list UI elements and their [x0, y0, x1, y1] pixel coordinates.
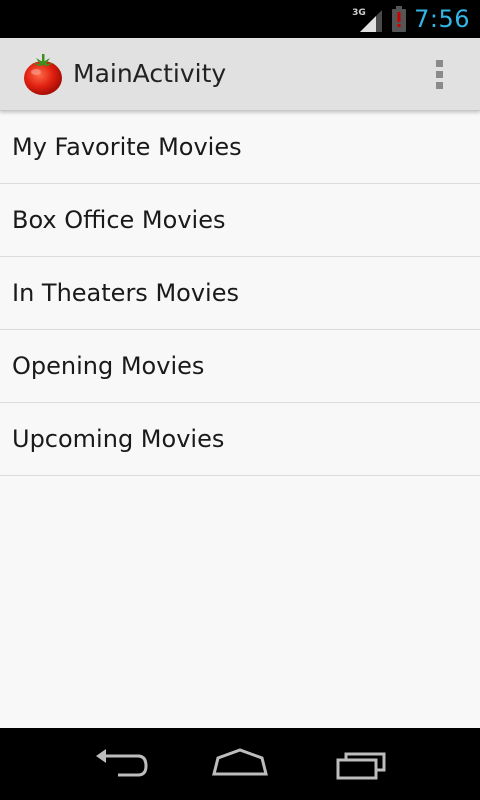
network-type-label: 3G	[352, 8, 366, 18]
status-bar-right: 3G 7:56	[352, 0, 470, 38]
list-item-upcoming-movies[interactable]: Upcoming Movies	[0, 403, 480, 476]
action-bar: MainActivity	[0, 38, 480, 111]
list-item-in-theaters-movies[interactable]: In Theaters Movies	[0, 257, 480, 330]
overflow-dot	[436, 82, 443, 89]
recent-apps-icon[interactable]	[332, 746, 392, 782]
list-item-opening-movies[interactable]: Opening Movies	[0, 330, 480, 403]
battery-alert-icon	[392, 6, 407, 32]
overflow-dot	[436, 60, 443, 67]
list-item-box-office-movies[interactable]: Box Office Movies	[0, 184, 480, 257]
tomato-icon[interactable]	[22, 52, 64, 96]
status-bar: 3G 7:56	[0, 0, 480, 38]
page-title: MainActivity	[73, 59, 227, 88]
status-clock: 7:56	[414, 5, 470, 33]
signal-icon: 3G	[352, 4, 384, 34]
home-icon[interactable]	[210, 746, 270, 782]
movie-category-list: My Favorite Movies Box Office Movies In …	[0, 111, 480, 476]
list-item-my-favorite-movies[interactable]: My Favorite Movies	[0, 111, 480, 184]
navigation-bar	[0, 728, 480, 800]
overflow-menu-icon[interactable]	[426, 56, 450, 92]
back-icon[interactable]	[90, 746, 150, 782]
overflow-dot	[436, 71, 443, 78]
